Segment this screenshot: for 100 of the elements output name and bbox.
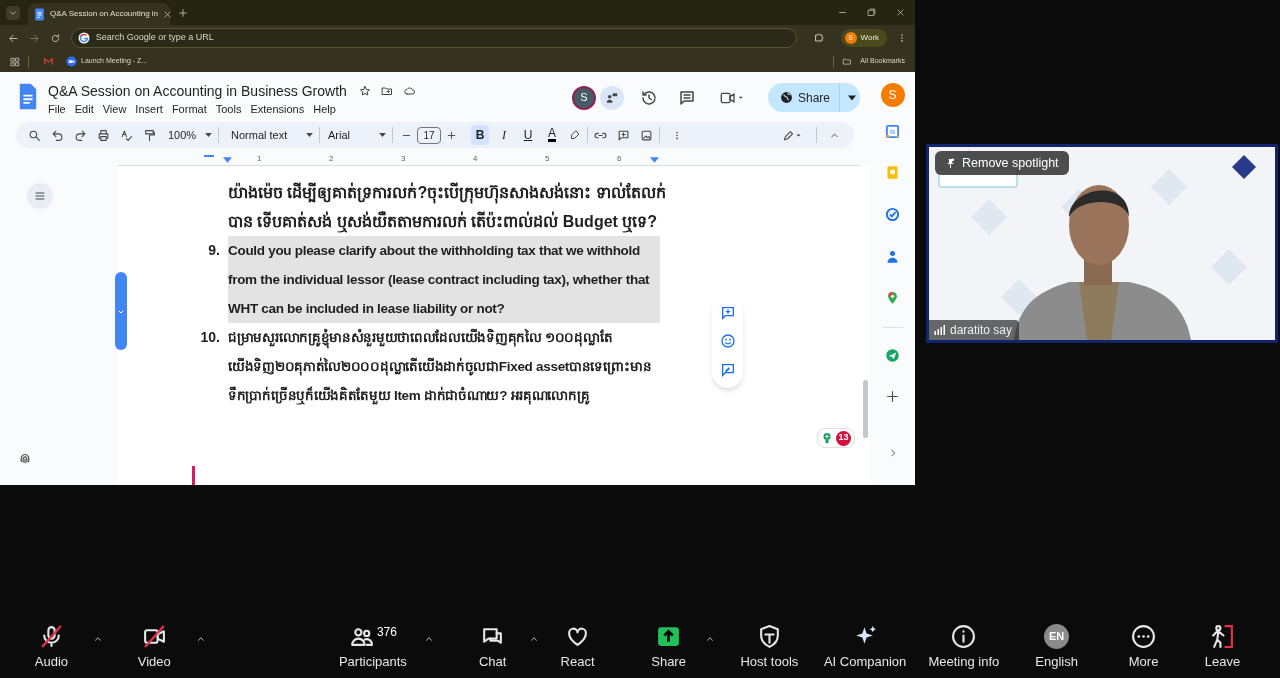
format-button[interactable]: I: [495, 125, 513, 145]
close-icon[interactable]: [163, 9, 173, 19]
signal-icon: [933, 324, 946, 336]
share-button[interactable]: Share: [768, 83, 860, 112]
format-button[interactable]: U: [519, 125, 537, 145]
toolbar-button[interactable]: React: [543, 621, 613, 672]
star-icon[interactable]: [358, 85, 371, 97]
count-badge: 13: [836, 430, 851, 446]
image-icon[interactable]: [640, 128, 653, 142]
back-icon[interactable]: [8, 32, 19, 44]
text-cursor: [192, 466, 195, 485]
font-size-field[interactable]: 17: [417, 126, 441, 144]
caret-down-icon[interactable]: [848, 94, 857, 101]
lightbulb-icon: [821, 431, 833, 445]
close-icon[interactable]: [896, 8, 905, 17]
present-icon[interactable]: [600, 85, 624, 110]
docs-logo-icon[interactable]: [18, 83, 38, 110]
add-comment-icon[interactable]: [617, 128, 630, 142]
comments-icon[interactable]: [678, 88, 696, 107]
scrollbar-thumb[interactable]: [863, 380, 868, 438]
tab-title: Q&A Session on Accounting in: [50, 8, 159, 20]
print-icon[interactable]: [97, 128, 110, 142]
list-item-text: ជម្រាមសួរលោកគ្រូខ្ញុំមានសំនួរមួយថាពេលដែលយើងទិញគុកលៃ ១០០ដុល្លាតែយើងទិញ២០គុភាត់លៃ២០០០ដុល្លាតើយើងដាក់ចូលជាFixed assetបានទេព្រោះមានទឹកប្រាក់ច្រើនឬក៏យើងគិតតែមួយ Item ដាក់ជាចំណាយ? អរគុណលោកគ្រូ: [228, 327, 653, 407]
fingerprint-icon[interactable]: [18, 451, 32, 465]
extensions-icon[interactable]: [812, 32, 825, 44]
tasks-icon[interactable]: [885, 207, 900, 222]
map-pin-icon[interactable]: [885, 290, 900, 305]
menu-item[interactable]: View: [102, 101, 127, 118]
indent-marker-icon[interactable]: [650, 157, 659, 163]
participant-count: 376: [376, 624, 397, 642]
collaborator-avatar[interactable]: S: [572, 85, 596, 110]
leave-icon: [1210, 623, 1236, 649]
menu-item[interactable]: Format: [171, 101, 207, 118]
toolbar-button[interactable]: More: [1104, 621, 1184, 672]
move-folder-icon[interactable]: [380, 85, 393, 97]
menu-item[interactable]: Extensions: [250, 101, 305, 118]
style-dropdown[interactable]: Normal text: [225, 126, 313, 144]
apps-icon[interactable]: [10, 56, 20, 67]
search-icon[interactable]: [28, 128, 41, 142]
emoji-icon[interactable]: [719, 333, 736, 350]
pin-icon: [945, 156, 956, 170]
suggest-edit-icon[interactable]: [719, 361, 736, 378]
history-icon[interactable]: [640, 88, 658, 107]
toolbar-button[interactable]: AI Companion: [817, 621, 913, 672]
person-icon[interactable]: [885, 249, 900, 264]
add-comment-icon[interactable]: [719, 305, 736, 322]
address-field[interactable]: Search Google or type a URL: [70, 28, 797, 48]
toolbar-button[interactable]: Video: [114, 621, 194, 672]
toolbar-button[interactable]: EN English: [1017, 621, 1097, 672]
cloud-icon[interactable]: [402, 85, 416, 97]
extension-icon[interactable]: [885, 348, 900, 363]
plus-icon[interactable]: [446, 129, 457, 141]
toolbar-button[interactable]: 376 Participants: [323, 621, 423, 672]
ruler-number: 3: [401, 154, 407, 163]
toolbar-button[interactable]: Share: [634, 621, 704, 672]
undo-icon[interactable]: [51, 128, 64, 142]
toolbar-button[interactable]: Leave: [1183, 621, 1262, 672]
format-button[interactable]: B: [471, 125, 489, 145]
plus-icon[interactable]: [886, 390, 899, 403]
redo-icon[interactable]: [74, 128, 87, 142]
toolbar-button[interactable]: Host tools: [725, 621, 814, 672]
assistant-badge[interactable]: 13: [817, 428, 855, 448]
name-tag: daratito say: [929, 320, 1020, 340]
spellcheck-icon[interactable]: [120, 128, 133, 142]
calendar-icon[interactable]: [885, 124, 900, 139]
new-tab-icon[interactable]: [178, 7, 188, 18]
caret-down-icon: [205, 133, 212, 137]
spotlight-button[interactable]: Remove spotlight: [935, 151, 1069, 175]
document-icon: [34, 7, 45, 21]
ruler-number: 6: [617, 154, 623, 163]
list-number: 9.: [207, 241, 221, 260]
toolbar-button[interactable]: Audio: [12, 621, 91, 672]
ruler-number: 5: [545, 154, 551, 163]
menu-item[interactable]: File: [48, 101, 66, 118]
tab-list-icon[interactable]: [6, 5, 20, 20]
paragraph: យ៉ាងម៉េច ដើម្បីឲ្យគាត់ទ្រការលក់?ចុះបើក្រុមហ៊ុនសាងសង់នោះ ទាល់តែលក់បាន ទើបគាត់សង់ ឬសង់យឺតតាមការលក់ តើប៉ះពាល់ដល់ Budget ឬទេ?: [228, 178, 668, 236]
folder-icon: [842, 57, 853, 66]
toolbar-button[interactable]: Meeting info: [916, 621, 1012, 672]
caret-down-icon: [306, 133, 313, 137]
zoom-dropdown[interactable]: 100%: [168, 126, 212, 144]
side-tab-icon[interactable]: [115, 272, 127, 350]
browser-tab[interactable]: Q&A Session on Accounting in: [28, 3, 170, 25]
menu-item[interactable]: Insert: [135, 101, 163, 118]
language-badge: EN: [1044, 623, 1070, 649]
list-number: 10.: [199, 328, 221, 347]
reload-icon[interactable]: [49, 32, 61, 44]
format-button[interactable]: A: [543, 125, 561, 145]
font-dropdown[interactable]: Arial: [326, 126, 386, 144]
paint-format-icon[interactable]: [143, 128, 156, 142]
menu-item[interactable]: Tools: [215, 101, 242, 118]
document-title[interactable]: Q&A Session on Accounting in Business Growth: [48, 82, 347, 100]
menu-item[interactable]: Edit: [74, 101, 94, 118]
indent-marker-icon[interactable]: [223, 157, 232, 163]
google-icon: [77, 32, 90, 44]
mail-icon[interactable]: [43, 57, 54, 66]
ruler-number: 1: [257, 154, 263, 163]
toolbar-button[interactable]: Chat: [458, 621, 528, 672]
restore-icon[interactable]: [867, 8, 876, 17]
highlighter-icon[interactable]: [569, 129, 581, 141]
menu-item[interactable]: Help: [313, 101, 336, 118]
